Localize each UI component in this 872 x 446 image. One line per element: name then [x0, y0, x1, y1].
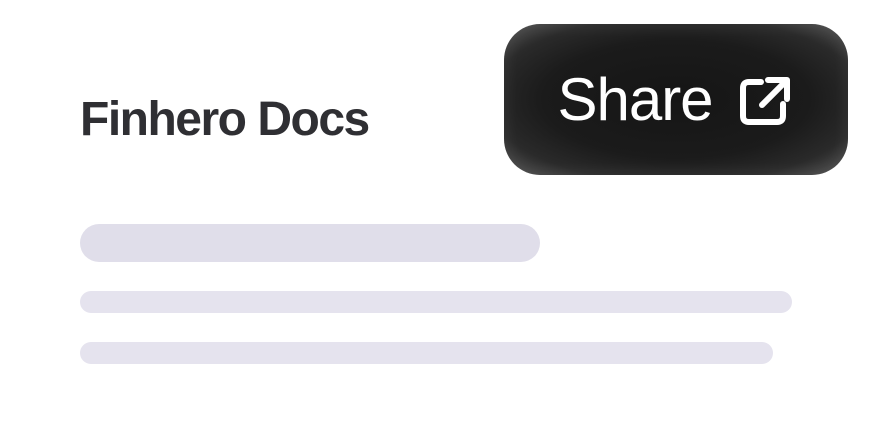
skeleton-line — [80, 342, 773, 364]
external-link-icon — [739, 76, 790, 125]
share-button-label: Share — [557, 65, 713, 133]
skeleton-line-heading — [80, 224, 540, 262]
page-title: Finhero Docs — [80, 93, 370, 146]
skeleton-line — [80, 291, 792, 313]
page: Finhero Docs Share — [0, 0, 872, 446]
share-button[interactable]: Share — [504, 24, 848, 175]
